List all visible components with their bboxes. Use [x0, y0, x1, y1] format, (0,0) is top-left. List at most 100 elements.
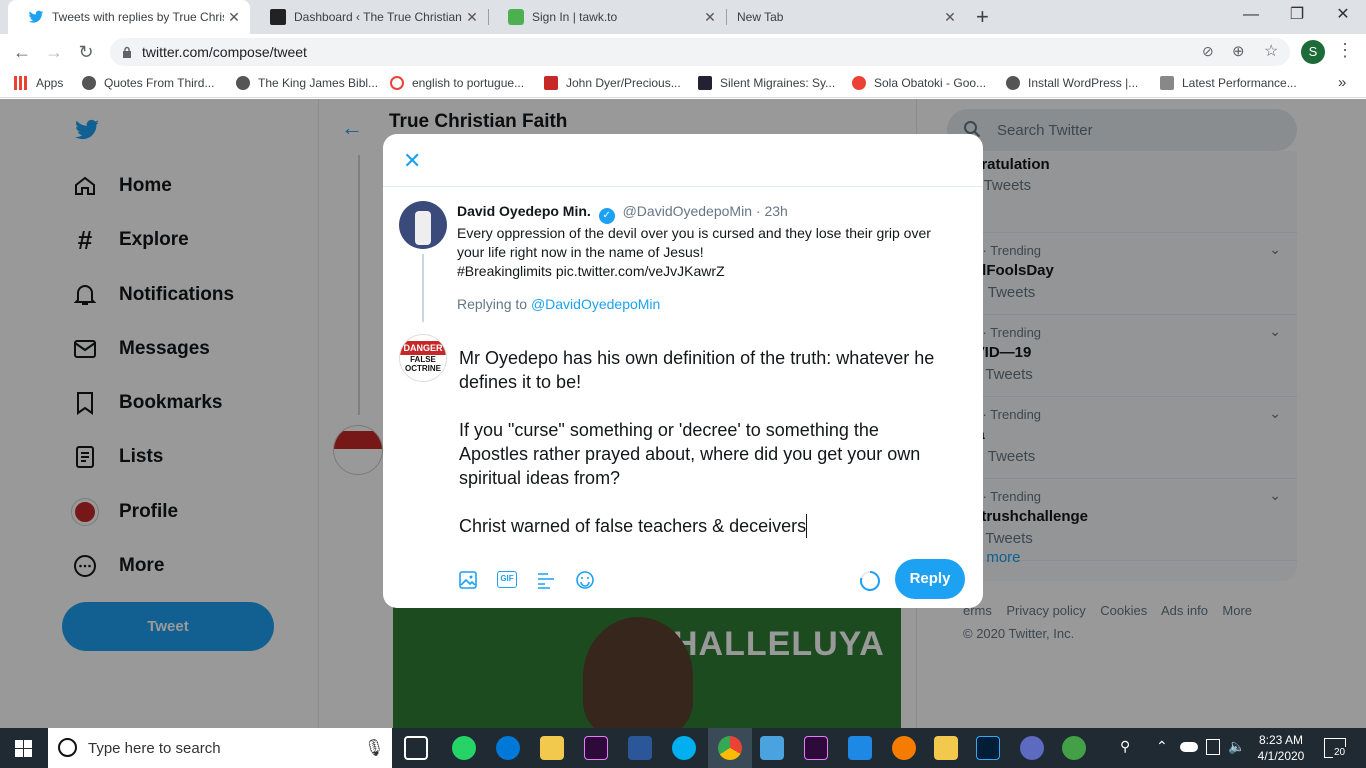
chrome-menu-icon[interactable]: ⋮ [1336, 40, 1354, 61]
bookmark-item[interactable]: Install WordPress |... [1006, 76, 1138, 90]
original-author-handle[interactable]: @DavidOyedepoMin [623, 203, 752, 219]
minimize-icon[interactable]: — [1228, 0, 1274, 32]
reply-textarea[interactable]: Mr Oyedepo has his own definition of the… [459, 346, 971, 538]
bookmark-item[interactable]: Latest Performance... [1160, 76, 1297, 90]
browser-toolbar: ← → ↻ twitter.com/compose/tweet ⊘ ⊕ ☆ S … [0, 34, 1366, 70]
twitter-page: Home # Explore Notifications Messages Bo… [0, 99, 1366, 728]
bookmark-item[interactable]: Quotes From Third... [82, 76, 214, 90]
app-icon[interactable] [760, 736, 784, 760]
bookmark-label: John Dyer/Precious... [566, 76, 681, 90]
bookmark-item[interactable]: John Dyer/Precious... [544, 76, 681, 90]
bookmark-item[interactable]: english to portugue... [390, 76, 524, 90]
close-window-icon[interactable]: ✕ [1320, 0, 1366, 32]
tray-up-icon[interactable]: ⌃ [1156, 738, 1168, 755]
bookmark-apps[interactable]: Apps [14, 76, 63, 90]
bookmarks-overflow[interactable]: » [1338, 74, 1346, 91]
reply-compose-modal: ✕ David Oyedepo Min. ✓ @DavidOyedepoMin … [383, 134, 983, 608]
search-circle-icon [58, 738, 77, 757]
action-center-icon[interactable]: 20 [1324, 738, 1347, 758]
twitter-bird-icon [28, 10, 44, 23]
glo-icon[interactable] [1062, 736, 1086, 760]
user-avatar[interactable]: DANGER FALSE OCTRINE [399, 334, 447, 382]
character-count-ring-icon [859, 570, 881, 597]
microphone-icon[interactable]: 🎙 [364, 738, 384, 758]
app-icon[interactable] [848, 736, 872, 760]
replying-to-handle[interactable]: @DavidOyedepoMin [531, 296, 660, 312]
avatar-doctrine-text: OCTRINE [405, 364, 441, 373]
notification-count-badge: 20 [1333, 747, 1347, 758]
close-icon[interactable]: ✕ [403, 148, 421, 174]
bookmarks-bar: Apps Quotes From Third... The King James… [0, 70, 1366, 98]
tab-title: Dashboard ‹ The True Christian Fa [294, 10, 462, 24]
install-app-icon[interactable]: ⊕ [1232, 42, 1245, 60]
bookmark-star-icon[interactable]: ☆ [1264, 41, 1278, 61]
onedrive-icon[interactable] [1180, 742, 1198, 752]
reload-icon[interactable]: ↻ [74, 40, 98, 64]
clock-date: 4/1/2020 [1257, 749, 1305, 763]
store-icon[interactable] [934, 736, 958, 760]
tawkto-icon [508, 9, 524, 25]
windows-start-icon[interactable] [15, 740, 32, 762]
tab-tawkto[interactable]: Sign In | tawk.to ✕ [488, 0, 726, 34]
tab-twitter[interactable]: Tweets with replies by True Christ ✕ [8, 0, 250, 34]
edge-icon[interactable] [496, 736, 520, 760]
tab-title: New Tab [737, 10, 784, 24]
back-icon[interactable]: ← [10, 40, 34, 64]
word-icon[interactable] [628, 736, 652, 760]
chrome-icon [718, 736, 742, 760]
close-tab-icon[interactable]: ✕ [224, 9, 244, 26]
bookmark-item[interactable]: Sola Obatoki - Goo... [852, 76, 986, 90]
app-icon[interactable] [892, 736, 916, 760]
bookmark-label: Install WordPress |... [1028, 76, 1139, 90]
clock-time: 8:23 AM [1258, 733, 1304, 747]
bookmark-label: Sola Obatoki - Goo... [874, 76, 987, 90]
emoji-icon[interactable] [575, 570, 595, 595]
verified-badge-icon: ✓ [598, 208, 615, 224]
replying-to-label: Replying to [457, 296, 528, 312]
poll-icon[interactable] [536, 570, 556, 595]
replying-to: Replying to @DavidOyedepoMin [457, 296, 660, 312]
volume-icon[interactable]: 🔈 [1228, 738, 1245, 755]
close-tab-icon[interactable]: ✕ [700, 9, 720, 26]
new-tab-button[interactable]: + [976, 4, 989, 30]
avatar-false-text: FALSE [410, 355, 436, 364]
whatsapp-icon[interactable] [452, 736, 476, 760]
network-icon[interactable] [1206, 739, 1220, 755]
taskbar-search-box[interactable]: Type here to search 🎙 [48, 728, 392, 768]
restore-icon[interactable]: ❐ [1274, 0, 1320, 32]
bookmark-item[interactable]: The King James Bibl... [236, 76, 378, 90]
reply-text-line: Mr Oyedepo has his own definition of the… [459, 348, 935, 368]
gif-icon[interactable]: GIF [497, 571, 517, 588]
close-tab-icon[interactable]: ✕ [940, 9, 960, 26]
people-icon[interactable]: ⚲ [1120, 738, 1130, 755]
photoshop-icon[interactable] [976, 736, 1000, 760]
forward-icon[interactable]: → [42, 40, 66, 64]
bookmark-label: Latest Performance... [1182, 76, 1297, 90]
file-explorer-icon[interactable] [540, 736, 564, 760]
lock-icon [122, 45, 132, 58]
google-plus-icon [852, 76, 866, 90]
tab-new-tab[interactable]: New Tab ✕ [726, 0, 966, 34]
bookmark-item[interactable]: Silent Migraines: Sy... [698, 76, 835, 90]
close-tab-icon[interactable]: ✕ [462, 9, 482, 26]
bookmark-label: Apps [36, 76, 64, 90]
chrome-taskbar-active[interactable] [708, 728, 752, 768]
bookmark-label: Quotes From Third... [104, 76, 215, 90]
image-icon[interactable] [458, 570, 478, 595]
original-author-avatar[interactable] [399, 201, 447, 249]
chromium-icon[interactable] [1020, 736, 1044, 760]
task-view-icon[interactable] [404, 736, 428, 760]
tab-dashboard[interactable]: Dashboard ‹ The True Christian Fa ✕ [250, 0, 488, 34]
profile-avatar[interactable]: S [1301, 40, 1325, 64]
premiere-icon[interactable] [804, 736, 828, 760]
premiere-icon[interactable] [584, 736, 608, 760]
clock[interactable]: 8:23 AM 4/1/2020 [1256, 732, 1306, 764]
address-bar[interactable]: twitter.com/compose/tweet ⊘ ⊕ ☆ [110, 38, 1290, 66]
tab-title: Sign In | tawk.to [532, 10, 618, 24]
reply-button[interactable]: Reply [895, 559, 965, 599]
original-author-name[interactable]: David Oyedepo Min. [457, 203, 591, 219]
globe-icon [236, 76, 250, 90]
skype-icon[interactable] [672, 736, 696, 760]
wordpress-dashboard-icon [270, 9, 286, 25]
cookie-blocked-icon[interactable]: ⊘ [1202, 43, 1214, 60]
